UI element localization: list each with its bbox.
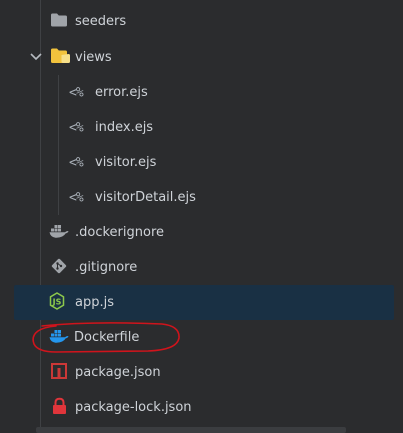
ejs-icon: <% (69, 85, 84, 100)
git-icon (51, 258, 67, 278)
tree-item-label: views (75, 49, 112, 65)
file-explorer-tree: seeders views <% error.ejs <% index.ejs … (0, 0, 403, 433)
tree-item-views-folder[interactable]: views (0, 40, 403, 75)
docker-icon (49, 223, 69, 242)
tree-item-label: package-lock.json (75, 399, 192, 415)
tree-item-label: Dockerfile (74, 329, 140, 345)
npm-icon (51, 362, 67, 383)
tree-item-dockerfile[interactable]: Dockerfile (0, 320, 403, 355)
lock-icon (52, 397, 67, 418)
tree-item-visitordetail-ejs[interactable]: <% visitorDetail.ejs (0, 180, 403, 215)
nodejs-icon: JS (49, 291, 65, 314)
tree-item-label: package.json (75, 364, 161, 380)
chevron-down-icon (29, 50, 43, 65)
folder-open-icon (50, 47, 72, 68)
ejs-icon: <% (69, 155, 84, 170)
tree-item-index-ejs[interactable]: <% index.ejs (0, 110, 403, 145)
tree-item-label: seeders (75, 13, 127, 29)
docker-icon (49, 328, 69, 347)
horizontal-scrollbar[interactable] (36, 427, 346, 433)
tree-item-package-lock-json[interactable]: package-lock.json (0, 390, 403, 425)
svg-text:JS: JS (52, 297, 62, 306)
folder-icon (50, 12, 68, 31)
tree-item-error-ejs[interactable]: <% error.ejs (0, 75, 403, 110)
tree-item-gitignore[interactable]: .gitignore (0, 250, 403, 285)
tree-item-package-json[interactable]: package.json (0, 355, 403, 390)
tree-item-visitor-ejs[interactable]: <% visitor.ejs (0, 145, 403, 180)
tree-item-label: index.ejs (95, 119, 154, 135)
tree-item-app-js[interactable]: JS app.js (14, 285, 394, 320)
tree-item-label: visitor.ejs (95, 154, 157, 170)
tree-item-seeders-folder[interactable]: seeders (0, 4, 403, 39)
ejs-icon: <% (69, 190, 84, 205)
ejs-icon: <% (69, 120, 84, 135)
tree-item-dockerignore[interactable]: .dockerignore (0, 215, 403, 250)
tree-item-label: error.ejs (95, 84, 148, 100)
tree-item-label: app.js (75, 294, 114, 310)
tree-item-label: visitorDetail.ejs (95, 189, 196, 205)
tree-item-label: .gitignore (75, 259, 138, 275)
tree-item-label: .dockerignore (75, 224, 165, 240)
